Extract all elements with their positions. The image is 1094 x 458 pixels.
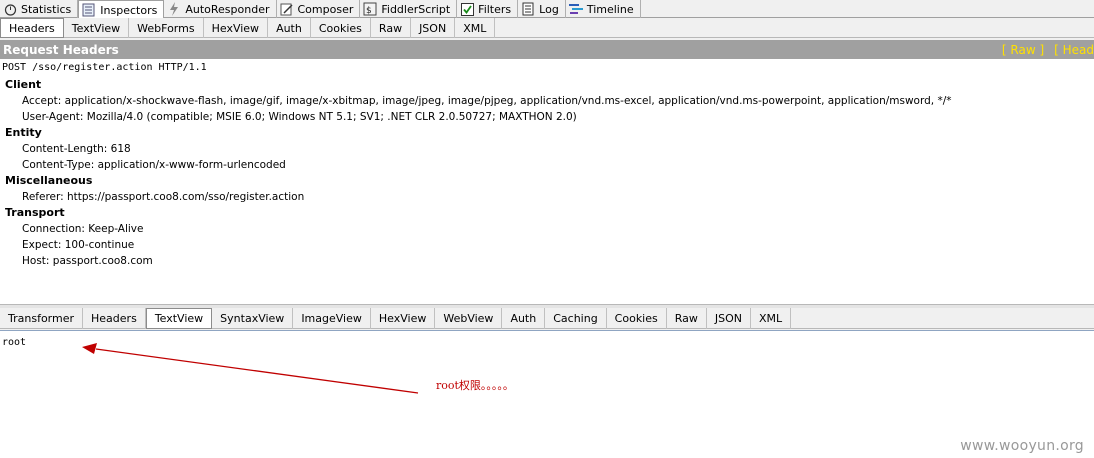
tab-timeline[interactable]: Timeline — [566, 0, 641, 18]
response-tab-syntaxview[interactable]: SyntaxView — [212, 308, 294, 329]
tab-label: Filters — [478, 2, 512, 16]
annotation-arrow — [82, 343, 419, 394]
panel-title: Request Headers — [3, 42, 119, 57]
header-definitions-link[interactable]: [ Head — [1054, 43, 1094, 57]
response-tab-transformer[interactable]: Transformer — [0, 308, 84, 329]
tab-label: Timeline — [586, 2, 634, 16]
response-tab-json[interactable]: JSON — [707, 308, 752, 329]
tab-inspectors[interactable]: Inspectors — [78, 0, 165, 19]
watermark: www.wooyun.org — [960, 438, 1084, 454]
request-tab-auth[interactable]: Auth — [268, 18, 311, 38]
tab-label: Statistics — [21, 2, 72, 16]
timeline-icon — [568, 2, 583, 16]
tab-statistics[interactable]: Statistics — [0, 0, 79, 18]
tab-label: Inspectors — [100, 3, 158, 17]
tab-autoresponder[interactable]: AutoResponder — [164, 0, 277, 18]
tab-filters[interactable]: Filters — [457, 0, 519, 18]
response-tab-headers[interactable]: Headers — [83, 308, 146, 329]
response-tab-textview[interactable]: TextView — [145, 308, 213, 329]
section-miscellaneous[interactable]: Miscellaneous — [0, 173, 1094, 189]
pencil-icon — [280, 2, 294, 16]
response-tab-webview[interactable]: WebView — [435, 308, 503, 329]
tab-label: Composer — [297, 2, 354, 16]
tab-label: Log — [539, 2, 559, 16]
stopwatch-icon — [3, 2, 17, 16]
request-tab-headers[interactable]: Headers — [0, 18, 64, 38]
response-tab-xml[interactable]: XML — [751, 308, 792, 329]
main-tab-bar: Statistics Inspectors AutoResponder Comp… — [0, 0, 1094, 19]
header-accept[interactable]: Accept: application/x-shockwave-flash, i… — [0, 93, 1094, 109]
tab-composer[interactable]: Composer — [277, 0, 361, 18]
header-expect[interactable]: Expect: 100-continue — [0, 237, 1094, 253]
response-tab-bar: Transformer Headers TextView SyntaxView … — [0, 308, 1094, 329]
header-user-agent[interactable]: User-Agent: Mozilla/4.0 (compatible; MSI… — [0, 109, 1094, 125]
response-tab-hexview[interactable]: HexView — [371, 308, 436, 329]
response-tab-imageview[interactable]: ImageView — [293, 308, 371, 329]
request-tab-xml[interactable]: XML — [455, 18, 496, 38]
request-tab-hexview[interactable]: HexView — [204, 18, 269, 38]
request-line: POST /sso/register.action HTTP/1.1 — [2, 62, 207, 73]
header-referer[interactable]: Referer: https://passport.coo8.com/sso/r… — [0, 189, 1094, 205]
response-textview[interactable]: root root权限。。。。。 www.wooyun.org — [0, 330, 1094, 458]
request-tab-cookies[interactable]: Cookies — [311, 18, 371, 38]
section-transport[interactable]: Transport — [0, 205, 1094, 221]
response-tab-caching[interactable]: Caching — [545, 308, 607, 329]
request-tab-json[interactable]: JSON — [411, 18, 456, 38]
lightning-icon — [167, 2, 181, 16]
tab-label: FiddlerScript — [381, 2, 451, 16]
view-links: [ Raw ] [ Head — [992, 40, 1094, 59]
header-content-length[interactable]: Content-Length: 618 — [0, 141, 1094, 157]
svg-text:$: $ — [366, 6, 372, 16]
tab-log[interactable]: Log — [518, 0, 566, 18]
section-entity[interactable]: Entity — [0, 125, 1094, 141]
request-headers-title-bar: Request Headers [ Raw ] [ Head — [0, 40, 1094, 59]
annotation-text: root权限。。。。。 — [436, 379, 514, 392]
script-icon: $ — [363, 2, 377, 16]
checkbox-icon — [460, 2, 474, 16]
request-tab-bar: Headers TextView WebForms HexView Auth C… — [0, 18, 1094, 38]
response-tab-raw[interactable]: Raw — [667, 308, 707, 329]
section-client[interactable]: Client — [0, 77, 1094, 93]
response-tab-cookies[interactable]: Cookies — [607, 308, 667, 329]
response-tab-auth[interactable]: Auth — [502, 308, 546, 329]
request-headers-panel: Request Headers [ Raw ] [ Head POST /sso… — [0, 40, 1094, 305]
request-tab-textview[interactable]: TextView — [64, 18, 130, 38]
document-icon — [521, 2, 535, 16]
tab-fiddlerscript[interactable]: $ FiddlerScript — [360, 0, 458, 18]
magnifier-icon — [82, 3, 96, 17]
raw-link[interactable]: [ Raw ] — [1002, 43, 1044, 57]
request-tab-webforms[interactable]: WebForms — [129, 18, 204, 38]
header-content-type[interactable]: Content-Type: application/x-www-form-url… — [0, 157, 1094, 173]
header-host[interactable]: Host: passport.coo8.com — [0, 253, 1094, 269]
header-connection[interactable]: Connection: Keep-Alive — [0, 221, 1094, 237]
request-tab-raw[interactable]: Raw — [371, 18, 412, 38]
tab-label: AutoResponder — [185, 2, 270, 16]
